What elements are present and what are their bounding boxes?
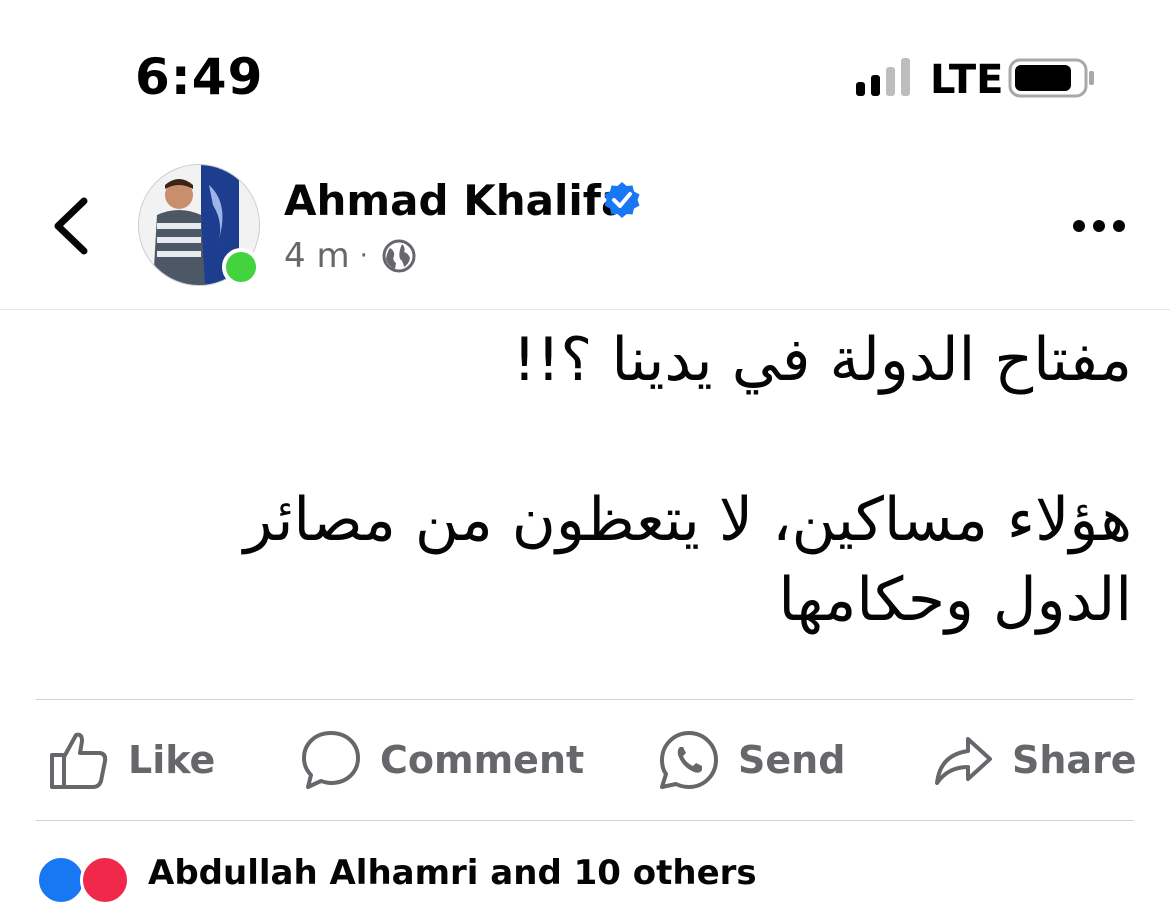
actions-divider-bottom xyxy=(36,820,1134,821)
more-options-icon[interactable] xyxy=(1072,218,1126,234)
share-arrow-icon xyxy=(935,737,992,785)
reactions-text: Abdullah Alhamri and 10 others xyxy=(148,853,757,893)
status-time: 6:49 xyxy=(135,48,264,106)
send-button[interactable]: Send xyxy=(658,720,845,800)
like-button[interactable]: Like xyxy=(48,720,215,800)
post-text-line: مفتاح الدولة في يدينا ؟!! xyxy=(512,325,1132,395)
send-label: Send xyxy=(738,738,846,782)
share-label: Share xyxy=(1012,738,1137,782)
thumbs-up-icon xyxy=(50,732,108,789)
back-chevron-icon[interactable] xyxy=(48,195,94,257)
reactions-summary[interactable]: Abdullah Alhamri and 10 others xyxy=(36,853,1134,905)
post-meta: 4 m · xyxy=(284,236,416,276)
post-header: Ahmad Khalifa 4 m · xyxy=(0,150,1170,310)
post-text-line: هؤلاء مساكين، لا يتعظون من مصائر xyxy=(243,485,1132,555)
header-divider xyxy=(0,309,1170,310)
comment-button[interactable]: Comment xyxy=(300,720,584,800)
signal-bars-icon xyxy=(856,58,910,96)
carrier-label: LTE xyxy=(930,57,1004,103)
share-button[interactable]: Share xyxy=(932,720,1137,800)
post-text-line: الدول وحكامها xyxy=(778,565,1132,635)
comment-label: Comment xyxy=(380,738,585,782)
whatsapp-icon xyxy=(660,731,718,789)
author-name[interactable]: Ahmad Khalifa xyxy=(284,176,629,225)
like-reaction-icon xyxy=(36,855,86,905)
like-label: Like xyxy=(128,738,216,782)
post-text-blank-line xyxy=(80,400,1132,480)
verified-badge-icon xyxy=(604,182,640,218)
meta-separator: · xyxy=(359,241,368,271)
post-timestamp[interactable]: 4 m xyxy=(284,236,350,276)
post-text: مفتاح الدولة في يدينا ؟!! هؤلاء مساكين، … xyxy=(80,320,1132,640)
globe-icon xyxy=(382,239,416,273)
battery-icon xyxy=(1008,58,1094,98)
status-bar: 6:49 LTE xyxy=(0,0,1170,150)
post-action-bar: Like Comment Send Share xyxy=(36,720,1137,800)
love-reaction-icon xyxy=(80,855,130,905)
online-status-indicator xyxy=(222,248,260,286)
comment-bubble-icon xyxy=(302,731,360,789)
author-avatar[interactable] xyxy=(138,164,260,286)
actions-divider-top xyxy=(36,699,1134,700)
reaction-icons xyxy=(36,855,130,905)
